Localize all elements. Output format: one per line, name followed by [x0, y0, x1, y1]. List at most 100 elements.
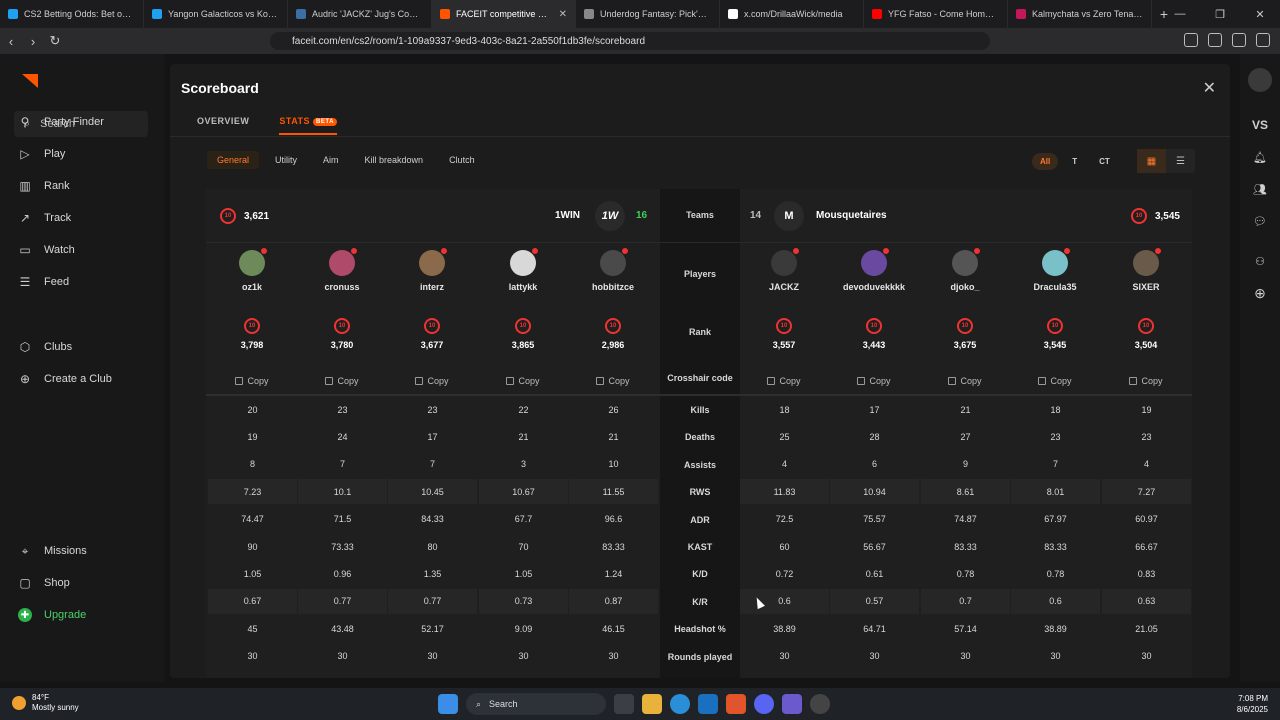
outlook-icon[interactable] — [698, 694, 718, 714]
browser-tab[interactable]: FACEIT competitive match ✕ — [432, 0, 576, 28]
party-icon[interactable]: ⚇ — [1251, 252, 1269, 270]
player-card[interactable]: interz — [387, 247, 477, 292]
chat-icon[interactable]: 💬︎ — [1251, 212, 1269, 230]
filter-all[interactable]: All — [1032, 153, 1059, 170]
player-card[interactable]: lattykk — [478, 247, 568, 292]
player-card[interactable]: hobbitzce — [568, 247, 658, 292]
copy-crosshair-button[interactable]: Copy — [415, 376, 449, 386]
url-field[interactable]: faceit.com/en/cs2/room/1-109a9337-9ed3-4… — [270, 32, 990, 50]
player-avatar[interactable] — [861, 247, 890, 276]
subtab-utility[interactable]: Utility — [265, 151, 307, 169]
player-avatar[interactable] — [1042, 247, 1071, 276]
browser-tab[interactable]: CS2 Betting Odds: Bet on CS2 — [0, 0, 144, 28]
tab-stats[interactable]: STATS BETA — [279, 116, 337, 135]
sidebar-item-missions[interactable]: ⌖ Missions — [18, 544, 87, 558]
copy-crosshair-button[interactable]: Copy — [767, 376, 801, 386]
player-name[interactable]: hobbitzce — [568, 282, 658, 292]
sidebar-item-play[interactable]: ▷ Play — [18, 147, 65, 161]
minimize-icon[interactable]: — — [1160, 0, 1200, 28]
player-avatar[interactable] — [952, 247, 981, 276]
weather-widget[interactable]: 84°F Mostly sunny — [12, 693, 79, 713]
list-view-icon[interactable]: ☰ — [1166, 149, 1195, 173]
player-card[interactable]: JACKZ — [739, 247, 829, 292]
player-card[interactable]: Dracula35 — [1010, 247, 1100, 292]
team1-name[interactable]: 1WIN — [555, 210, 580, 221]
player-card[interactable]: oz1k — [207, 247, 297, 292]
player-avatar[interactable] — [329, 247, 358, 276]
player-name[interactable]: SIXER — [1101, 282, 1191, 292]
windows-start-icon[interactable] — [438, 694, 458, 714]
sidebar-item-create-a-club[interactable]: ⊕ Create a Club — [18, 372, 112, 386]
copy-crosshair-button[interactable]: Copy — [506, 376, 540, 386]
add-icon[interactable]: ⊕ — [1251, 284, 1269, 302]
grid-view-icon[interactable]: ▦ — [1137, 149, 1166, 173]
player-avatar[interactable] — [600, 247, 629, 276]
system-clock[interactable]: 7:08 PM 8/6/2025 — [1237, 693, 1268, 715]
player-name[interactable]: Dracula35 — [1010, 282, 1100, 292]
browser-tab[interactable]: x.com/DrillaaWick/media — [720, 0, 864, 28]
player-name[interactable]: interz — [387, 282, 477, 292]
tab-overview[interactable]: OVERVIEW — [197, 116, 249, 126]
filter-ct[interactable]: CT — [1091, 153, 1118, 170]
sidebar-item-party-finder[interactable]: ⚲ Party Finder — [18, 115, 104, 129]
copy-crosshair-button[interactable]: Copy — [235, 376, 269, 386]
sidebar-toggle-icon[interactable] — [1208, 33, 1222, 47]
subtab-clutch[interactable]: Clutch — [439, 151, 485, 169]
sidebar-item-upgrade[interactable]: ✚ Upgrade — [18, 608, 86, 622]
player-avatar[interactable] — [771, 247, 800, 276]
discord-icon[interactable] — [754, 694, 774, 714]
edge-icon[interactable] — [670, 694, 690, 714]
player-avatar[interactable] — [510, 247, 539, 276]
browser-tab[interactable]: Underdog Fantasy: Pick'em - S… — [576, 0, 720, 28]
copy-crosshair-button[interactable]: Copy — [1038, 376, 1072, 386]
sidebar-item-clubs[interactable]: ⬡ Clubs — [18, 340, 72, 354]
sidebar-item-shop[interactable]: ▢ Shop — [18, 576, 69, 590]
copy-crosshair-button[interactable]: Copy — [1129, 376, 1163, 386]
copy-crosshair-button[interactable]: Copy — [948, 376, 982, 386]
back-icon[interactable]: ‹ — [0, 34, 22, 49]
wallet-icon[interactable] — [1232, 33, 1246, 47]
menu-icon[interactable] — [1256, 33, 1270, 47]
subtab-kill-breakdown[interactable]: Kill breakdown — [355, 151, 434, 169]
player-card[interactable]: djoko_ — [920, 247, 1010, 292]
sidebar-item-watch[interactable]: ▭ Watch — [18, 243, 74, 257]
subtab-aim[interactable]: Aim — [313, 151, 349, 169]
steam-icon[interactable] — [810, 694, 830, 714]
player-card[interactable]: SIXER — [1101, 247, 1191, 292]
player-avatar[interactable] — [239, 247, 268, 276]
app-icon[interactable] — [782, 694, 802, 714]
copy-crosshair-button[interactable]: Copy — [857, 376, 891, 386]
player-card[interactable]: cronuss — [297, 247, 387, 292]
filter-t[interactable]: T — [1064, 153, 1085, 170]
taskbar-search[interactable]: ⌕ Search — [466, 693, 606, 715]
extensions-icon[interactable] — [1184, 33, 1198, 47]
subtab-general[interactable]: General — [207, 151, 260, 169]
close-window-icon[interactable]: ✕ — [1240, 0, 1280, 28]
reload-icon[interactable]: ↻ — [44, 33, 66, 49]
player-card[interactable]: devoduvekkkk — [829, 247, 919, 292]
sidebar-item-feed[interactable]: ☰ Feed — [18, 275, 69, 289]
vs-button[interactable]: VS — [1251, 116, 1269, 134]
player-avatar[interactable] — [1133, 247, 1162, 276]
browser-tab[interactable]: Audric 'JACKZ' Jug's Counter-S… — [288, 0, 432, 28]
player-name[interactable]: devoduvekkkk — [829, 282, 919, 292]
faceit-logo[interactable] — [22, 74, 38, 88]
copy-crosshair-button[interactable]: Copy — [325, 376, 359, 386]
bell-icon[interactable]: 🔔︎ — [1251, 148, 1269, 166]
close-icon[interactable]: ✕ — [1203, 78, 1216, 98]
player-name[interactable]: JACKZ — [739, 282, 829, 292]
player-name[interactable]: djoko_ — [920, 282, 1010, 292]
team2-name[interactable]: Mousquetaires — [816, 210, 887, 221]
player-avatar[interactable] — [419, 247, 448, 276]
task-view-icon[interactable] — [614, 694, 634, 714]
friends-icon[interactable]: 👥︎ — [1251, 180, 1269, 198]
player-name[interactable]: lattykk — [478, 282, 568, 292]
maximize-icon[interactable]: ❐ — [1200, 0, 1240, 28]
close-tab-icon[interactable]: ✕ — [559, 9, 567, 20]
copy-crosshair-button[interactable]: Copy — [596, 376, 630, 386]
player-name[interactable]: oz1k — [207, 282, 297, 292]
browser-tab[interactable]: Kalmychata vs Zero Tenacity - … — [1008, 0, 1152, 28]
user-avatar[interactable] — [1248, 68, 1272, 92]
browser-tab[interactable]: YFG Fatso - Come Home (C… — [864, 0, 1008, 28]
sidebar-item-rank[interactable]: ▥ Rank — [18, 179, 69, 193]
